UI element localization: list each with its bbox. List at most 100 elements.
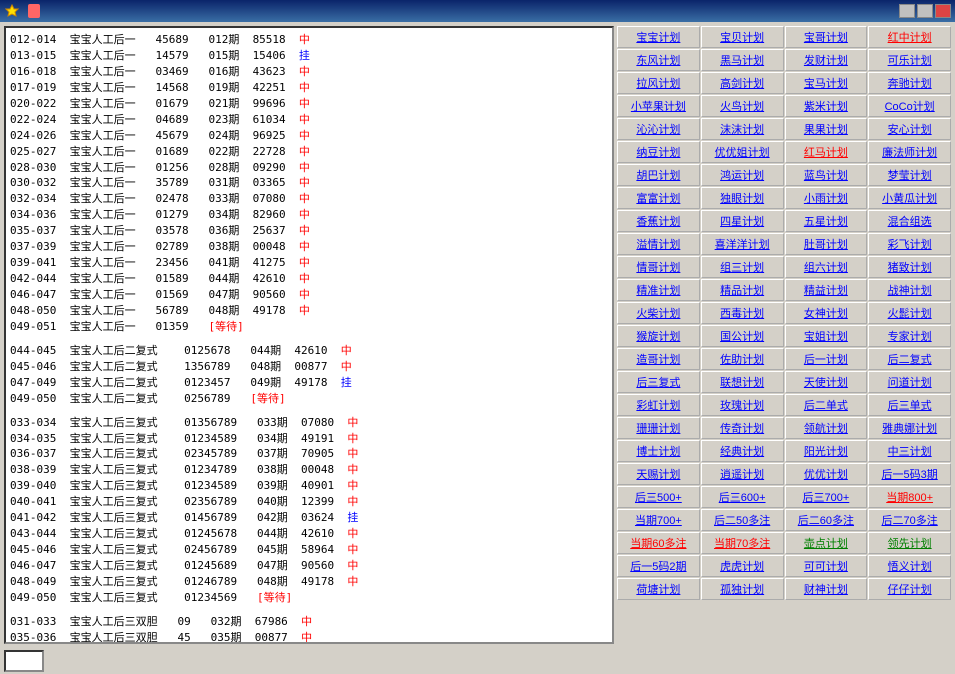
right-panel[interactable]: 宝宝计划宝贝计划宝哥计划红中计划东风计划黑马计划发财计划可乐计划拉风计划高剑计划… xyxy=(615,22,955,674)
plan-btn-20-1[interactable]: 后三600+ xyxy=(701,486,784,508)
plan-btn-24-3[interactable]: 仔仔计划 xyxy=(868,578,951,600)
plan-btn-18-0[interactable]: 博士计划 xyxy=(617,440,700,462)
plan-btn-0-0[interactable]: 宝宝计划 xyxy=(617,26,700,48)
plan-btn-4-0[interactable]: 沁沁计划 xyxy=(617,118,700,140)
plan-btn-22-0[interactable]: 当期60多注 xyxy=(617,532,700,554)
plan-btn-9-3[interactable]: 彩飞计划 xyxy=(868,233,951,255)
plan-btn-0-3[interactable]: 红中计划 xyxy=(868,26,951,48)
plan-btn-15-1[interactable]: 联想计划 xyxy=(701,371,784,393)
plan-btn-10-2[interactable]: 组六计划 xyxy=(785,256,868,278)
plan-btn-13-3[interactable]: 专家计划 xyxy=(868,325,951,347)
plan-btn-5-1[interactable]: 优优姐计划 xyxy=(701,141,784,163)
plan-btn-4-2[interactable]: 果果计划 xyxy=(785,118,868,140)
plan-btn-6-3[interactable]: 梦莹计划 xyxy=(868,164,951,186)
plan-btn-2-1[interactable]: 高剑计划 xyxy=(701,72,784,94)
plan-btn-5-3[interactable]: 廉法师计划 xyxy=(868,141,951,163)
plan-btn-19-0[interactable]: 天赐计划 xyxy=(617,463,700,485)
plan-btn-9-1[interactable]: 喜洋洋计划 xyxy=(701,233,784,255)
plan-btn-12-1[interactable]: 西毒计划 xyxy=(701,302,784,324)
plan-btn-6-1[interactable]: 鸿运计划 xyxy=(701,164,784,186)
plan-btn-2-3[interactable]: 奔驰计划 xyxy=(868,72,951,94)
plan-btn-21-1[interactable]: 后二50多注 xyxy=(701,509,784,531)
plan-btn-15-2[interactable]: 天使计划 xyxy=(785,371,868,393)
plan-btn-20-2[interactable]: 后三700+ xyxy=(785,486,868,508)
plan-btn-19-3[interactable]: 后一5码3期 xyxy=(868,463,951,485)
plan-btn-14-1[interactable]: 佐助计划 xyxy=(701,348,784,370)
plan-btn-3-3[interactable]: CoCo计划 xyxy=(868,95,951,117)
plan-btn-23-1[interactable]: 虎虎计划 xyxy=(701,555,784,577)
minimize-button[interactable] xyxy=(899,4,915,18)
plan-btn-8-1[interactable]: 四星计划 xyxy=(701,210,784,232)
plan-btn-16-3[interactable]: 后三单式 xyxy=(868,394,951,416)
plan-btn-12-0[interactable]: 火柴计划 xyxy=(617,302,700,324)
plan-btn-23-0[interactable]: 后一5码2期 xyxy=(617,555,700,577)
plan-btn-14-2[interactable]: 后一计划 xyxy=(785,348,868,370)
plan-btn-8-2[interactable]: 五星计划 xyxy=(785,210,868,232)
plan-btn-10-1[interactable]: 组三计划 xyxy=(701,256,784,278)
plan-btn-16-2[interactable]: 后二单式 xyxy=(785,394,868,416)
plan-btn-18-2[interactable]: 阳光计划 xyxy=(785,440,868,462)
plan-btn-16-0[interactable]: 彩虹计划 xyxy=(617,394,700,416)
plan-btn-4-1[interactable]: 沫沫计划 xyxy=(701,118,784,140)
plan-btn-15-3[interactable]: 问道计划 xyxy=(868,371,951,393)
plan-btn-13-2[interactable]: 宝姐计划 xyxy=(785,325,868,347)
plan-btn-18-1[interactable]: 经典计划 xyxy=(701,440,784,462)
plan-btn-21-2[interactable]: 后二60多注 xyxy=(785,509,868,531)
plan-btn-3-1[interactable]: 火鸟计划 xyxy=(701,95,784,117)
plan-btn-15-0[interactable]: 后三复式 xyxy=(617,371,700,393)
plan-btn-13-1[interactable]: 国公计划 xyxy=(701,325,784,347)
plan-btn-23-3[interactable]: 悟义计划 xyxy=(868,555,951,577)
plan-btn-11-0[interactable]: 精准计划 xyxy=(617,279,700,301)
plan-btn-16-1[interactable]: 玫瑰计划 xyxy=(701,394,784,416)
plan-btn-19-2[interactable]: 优优计划 xyxy=(785,463,868,485)
plan-btn-24-2[interactable]: 财神计划 xyxy=(785,578,868,600)
plan-btn-10-0[interactable]: 情哥计划 xyxy=(617,256,700,278)
plan-btn-17-0[interactable]: 珊珊计划 xyxy=(617,417,700,439)
plan-btn-0-1[interactable]: 宝贝计划 xyxy=(701,26,784,48)
plan-btn-2-0[interactable]: 拉风计划 xyxy=(617,72,700,94)
plan-btn-23-2[interactable]: 可可计划 xyxy=(785,555,868,577)
plan-btn-0-2[interactable]: 宝哥计划 xyxy=(785,26,868,48)
plan-btn-2-2[interactable]: 宝马计划 xyxy=(785,72,868,94)
plan-btn-9-2[interactable]: 肚哥计划 xyxy=(785,233,868,255)
plan-btn-12-2[interactable]: 女神计划 xyxy=(785,302,868,324)
plan-btn-21-0[interactable]: 当期700+ xyxy=(617,509,700,531)
plan-btn-11-2[interactable]: 精益计划 xyxy=(785,279,868,301)
plan-btn-12-3[interactable]: 火髭计划 xyxy=(868,302,951,324)
plan-btn-1-1[interactable]: 黑马计划 xyxy=(701,49,784,71)
plan-btn-4-3[interactable]: 安心计划 xyxy=(868,118,951,140)
plan-btn-18-3[interactable]: 中三计划 xyxy=(868,440,951,462)
plan-btn-13-0[interactable]: 猴旋计划 xyxy=(617,325,700,347)
plan-btn-6-2[interactable]: 蓝鸟计划 xyxy=(785,164,868,186)
plan-btn-1-0[interactable]: 东风计划 xyxy=(617,49,700,71)
plan-btn-19-1[interactable]: 逍遥计划 xyxy=(701,463,784,485)
plan-btn-20-3[interactable]: 当期800+ xyxy=(868,486,951,508)
plan-btn-7-3[interactable]: 小黄瓜计划 xyxy=(868,187,951,209)
plan-btn-22-1[interactable]: 当期70多注 xyxy=(701,532,784,554)
plan-btn-7-2[interactable]: 小雨计划 xyxy=(785,187,868,209)
window-controls[interactable] xyxy=(899,4,951,18)
plan-btn-5-0[interactable]: 纳豆计划 xyxy=(617,141,700,163)
plan-btn-17-2[interactable]: 领航计划 xyxy=(785,417,868,439)
plan-btn-17-1[interactable]: 传奇计划 xyxy=(701,417,784,439)
plan-btn-6-0[interactable]: 胡巴计划 xyxy=(617,164,700,186)
maximize-button[interactable] xyxy=(917,4,933,18)
plan-btn-3-0[interactable]: 小苹果计划 xyxy=(617,95,700,117)
plan-btn-8-3[interactable]: 混合组选 xyxy=(868,210,951,232)
plan-btn-22-3[interactable]: 领先计划 xyxy=(868,532,951,554)
left-scroll-area[interactable]: 012-014 宝宝人工后一 45689 012期 85518 中013-015… xyxy=(6,28,612,642)
plan-btn-3-2[interactable]: 紫米计划 xyxy=(785,95,868,117)
plan-btn-24-1[interactable]: 孤独计划 xyxy=(701,578,784,600)
plan-btn-11-3[interactable]: 战神计划 xyxy=(868,279,951,301)
plan-btn-7-0[interactable]: 富富计划 xyxy=(617,187,700,209)
plan-btn-22-2[interactable]: 壶点计划 xyxy=(785,532,868,554)
plan-btn-10-3[interactable]: 猪致计划 xyxy=(868,256,951,278)
plan-btn-21-3[interactable]: 后二70多注 xyxy=(868,509,951,531)
plan-btn-14-0[interactable]: 造哥计划 xyxy=(617,348,700,370)
plan-btn-20-0[interactable]: 后三500+ xyxy=(617,486,700,508)
plan-btn-5-2[interactable]: 红马计划 xyxy=(785,141,868,163)
plan-btn-9-0[interactable]: 溢情计划 xyxy=(617,233,700,255)
plan-btn-7-1[interactable]: 独眼计划 xyxy=(701,187,784,209)
plan-btn-1-3[interactable]: 可乐计划 xyxy=(868,49,951,71)
plan-btn-1-2[interactable]: 发财计划 xyxy=(785,49,868,71)
